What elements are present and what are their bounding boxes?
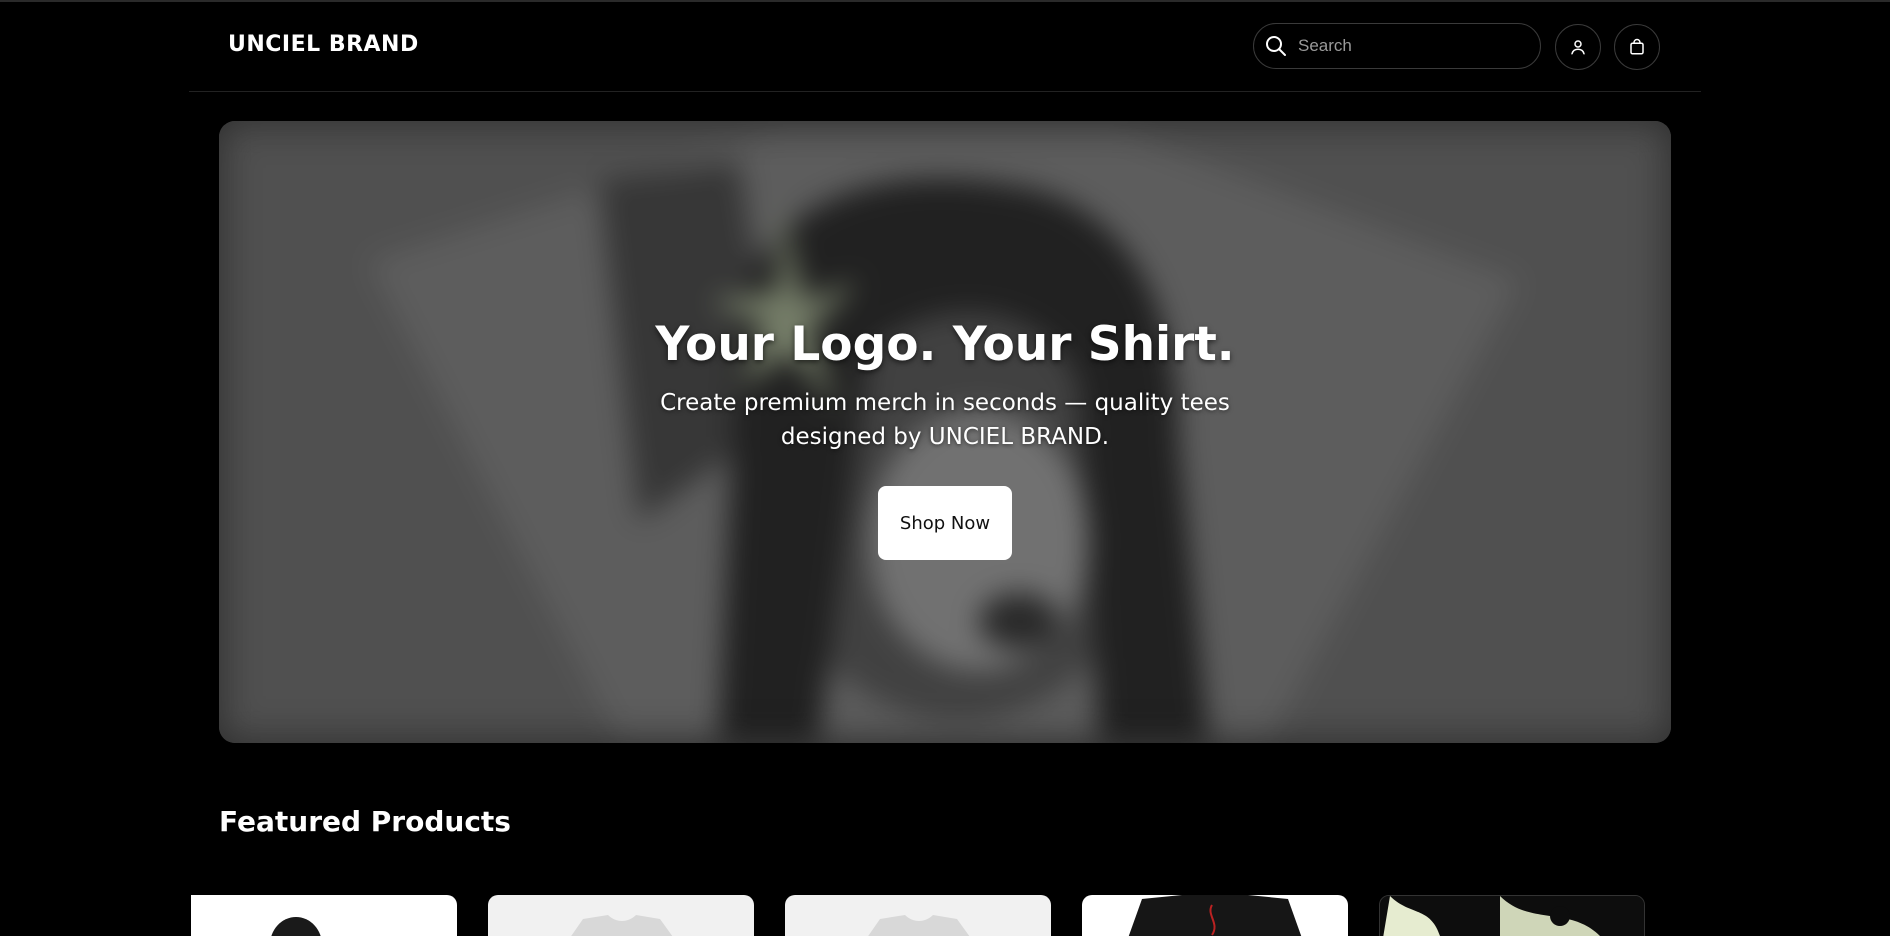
page: UNCIEL BRAND Search Your Logo. Your Shir… bbox=[0, 0, 1890, 936]
hero-banner: Your Logo. Your Shirt. Create premium me… bbox=[219, 121, 1671, 743]
hero-content: Your Logo. Your Shirt. Create premium me… bbox=[219, 317, 1671, 560]
black-hoodie-image bbox=[271, 917, 321, 936]
white-tshirt-image bbox=[868, 915, 970, 936]
hero-subtitle: Create premium merch in seconds — qualit… bbox=[660, 390, 1230, 450]
product-card[interactable] bbox=[1379, 895, 1645, 936]
white-tshirt-image bbox=[571, 915, 673, 936]
product-card[interactable] bbox=[785, 895, 1051, 936]
featured-products-title: Featured Products bbox=[219, 805, 511, 838]
cart-button[interactable] bbox=[1614, 24, 1660, 70]
user-icon bbox=[1571, 40, 1585, 55]
search-box[interactable] bbox=[1253, 23, 1541, 69]
hero-title: Your Logo. Your Shirt. bbox=[655, 317, 1235, 372]
account-button[interactable] bbox=[1555, 24, 1601, 70]
brand-logo[interactable]: UNCIEL BRAND bbox=[228, 32, 419, 57]
product-card[interactable] bbox=[488, 895, 754, 936]
search-input[interactable] bbox=[1296, 35, 1516, 57]
graphic-print-tshirt-image bbox=[1380, 896, 1644, 936]
product-card[interactable] bbox=[1082, 895, 1348, 936]
black-printed-tshirt-image bbox=[1128, 895, 1302, 936]
product-card[interactable] bbox=[191, 895, 457, 936]
shop-now-button[interactable]: Shop Now bbox=[878, 486, 1012, 560]
shopping-bag-icon bbox=[1630, 38, 1644, 55]
site-header: UNCIEL BRAND bbox=[189, 2, 1701, 92]
search-icon bbox=[1266, 36, 1286, 56]
